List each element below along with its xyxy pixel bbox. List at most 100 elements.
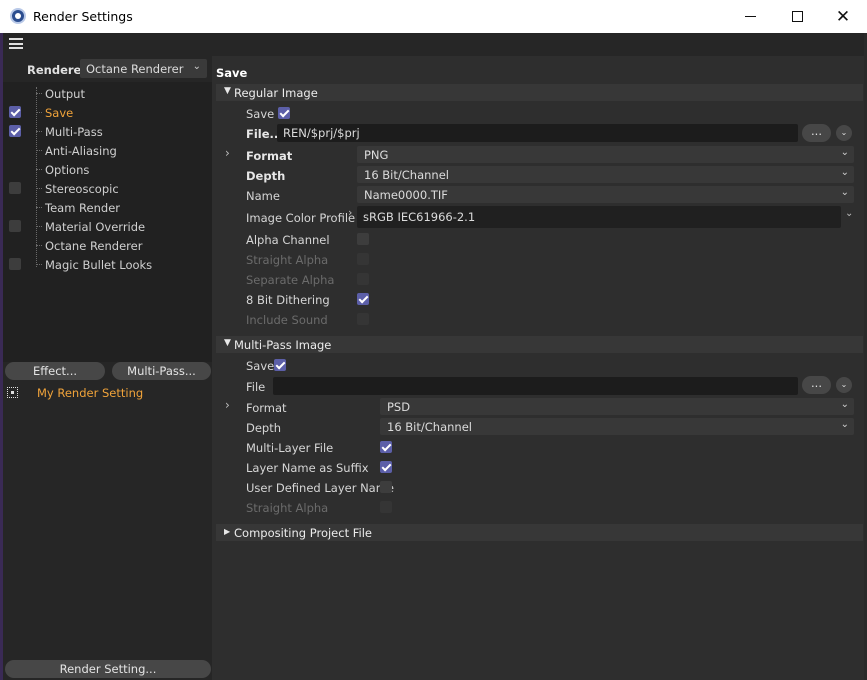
sidebar-checkbox-save[interactable] xyxy=(9,106,21,118)
page-title: Save xyxy=(216,66,248,80)
sidebar-item-multi-pass[interactable]: Multi-Pass xyxy=(3,122,212,141)
sidebar-checkbox-magic-bullet-looks[interactable] xyxy=(9,258,21,270)
format-label: Format xyxy=(246,149,293,163)
sidebar-item-material-override[interactable]: Material Override xyxy=(3,217,212,236)
format-select[interactable]: PNG ⌄ xyxy=(357,146,854,163)
sidebar-checkbox-stereoscopic[interactable] xyxy=(9,182,21,194)
section-regular-image[interactable]: ▼ Regular Image xyxy=(216,84,863,101)
triangle-right-icon: ▶ xyxy=(224,527,231,536)
mp-straight-alpha-label: Straight Alpha xyxy=(246,501,329,515)
mp-format-select-value: PSD xyxy=(387,400,411,414)
section-label: Compositing Project File xyxy=(234,526,372,540)
sidebar-item-team-render[interactable]: Team Render xyxy=(3,198,212,217)
render-setting-button[interactable]: Render Setting... xyxy=(5,660,211,678)
straight-alpha-label: Straight Alpha xyxy=(246,253,329,267)
user-defined-layer-name-checkbox[interactable] xyxy=(380,481,392,493)
render-setting-label: My Render Setting xyxy=(37,386,144,400)
name-select[interactable]: Name0000.TIF ⌄ xyxy=(357,186,854,203)
minimize-icon xyxy=(744,16,756,17)
sidebar-item-octane-renderer[interactable]: Octane Renderer xyxy=(3,236,212,255)
multi-pass-button[interactable]: Multi-Pass... xyxy=(112,362,211,380)
render-setting-item[interactable]: My Render Setting xyxy=(3,384,212,402)
chevron-right-icon[interactable]: › xyxy=(225,146,230,160)
chevron-down-icon: ⌄ xyxy=(840,128,848,137)
mp-depth-select[interactable]: 16 Bit/Channel ⌄ xyxy=(380,418,854,435)
mp-depth-label: Depth xyxy=(246,421,282,435)
layer-name-suffix-checkbox[interactable] xyxy=(380,461,392,473)
effect-button[interactable]: Effect... xyxy=(5,362,105,380)
mp-depth-select-value: 16 Bit/Channel xyxy=(387,420,472,434)
chevron-down-icon: ⌄ xyxy=(840,147,849,158)
chevron-down-icon: ⌄ xyxy=(840,419,849,430)
mp-save-label: Save xyxy=(246,359,275,373)
save-label: Save xyxy=(246,107,275,121)
layer-name-suffix-label: Layer Name as Suffix xyxy=(246,461,369,475)
sidebar-item-label: Options xyxy=(45,163,90,177)
mp-file-path-input[interactable] xyxy=(273,377,798,395)
dithering-checkbox[interactable] xyxy=(357,293,369,305)
sidebar-item-options[interactable]: Options xyxy=(3,160,212,179)
separate-alpha-label: Separate Alpha xyxy=(246,273,335,287)
sidebar-item-magic-bullet-looks[interactable]: Magic Bullet Looks xyxy=(3,255,212,274)
multi-layer-file-label: Multi-Layer File xyxy=(246,441,334,455)
chevron-down-icon[interactable]: ⌄ xyxy=(845,208,853,219)
chevron-down-icon: ⌄ xyxy=(840,380,848,389)
maximize-icon xyxy=(791,11,803,22)
close-button[interactable]: ✕ xyxy=(820,0,866,33)
mp-file-options-button[interactable]: ⌄ xyxy=(836,377,852,393)
mp-straight-alpha-checkbox xyxy=(380,501,392,513)
sidebar-checkbox-multi-pass[interactable] xyxy=(9,125,21,137)
minimize-button[interactable] xyxy=(727,0,773,33)
hamburger-menu-icon[interactable] xyxy=(9,38,23,49)
sidebar-item-save[interactable]: Save xyxy=(3,103,212,122)
alpha-channel-label: Alpha Channel xyxy=(246,233,330,247)
sidebar-item-output[interactable]: Output xyxy=(3,84,212,103)
sidebar-item-anti-aliasing[interactable]: Anti-Aliasing xyxy=(3,141,212,160)
maximize-button[interactable] xyxy=(774,0,820,33)
depth-select[interactable]: 16 Bit/Channel ⌄ xyxy=(357,166,854,183)
sidebar-item-stereoscopic[interactable]: Stereoscopic xyxy=(3,179,212,198)
triangle-down-icon: ▼ xyxy=(224,338,231,348)
sidebar-item-label: Octane Renderer xyxy=(45,239,143,253)
render-setting-icon xyxy=(7,387,18,398)
mp-save-checkbox[interactable] xyxy=(274,359,286,371)
title-bar: Render Settings ✕ xyxy=(0,0,867,33)
chevron-right-icon[interactable]: › xyxy=(348,206,352,219)
name-select-value: Name0000.TIF xyxy=(364,188,448,202)
sidebar-item-label: Team Render xyxy=(45,201,120,215)
depth-label: Depth xyxy=(246,169,286,183)
separate-alpha-checkbox xyxy=(357,273,369,285)
renderer-select[interactable]: Octane Renderer ⌄ xyxy=(80,59,207,78)
triangle-down-icon: ▼ xyxy=(224,86,231,96)
multi-layer-file-checkbox[interactable] xyxy=(380,441,392,453)
file-path-input[interactable]: REN/$prj/$prj xyxy=(277,124,798,142)
dithering-label: 8 Bit Dithering xyxy=(246,293,330,307)
cinema4d-app-icon xyxy=(10,8,26,24)
sidebar-checkbox-material-override[interactable] xyxy=(9,220,21,232)
section-label: Regular Image xyxy=(234,86,318,100)
section-multi-pass-image[interactable]: ▼ Multi-Pass Image xyxy=(216,336,863,353)
straight-alpha-checkbox xyxy=(357,253,369,265)
save-checkbox[interactable] xyxy=(278,107,290,119)
file-options-button[interactable]: ⌄ xyxy=(836,125,852,141)
alpha-channel-checkbox[interactable] xyxy=(357,233,369,245)
user-defined-layer-name-label: User Defined Layer Name xyxy=(246,481,395,495)
chevron-down-icon: ⌄ xyxy=(840,399,849,410)
browse-file-button[interactable]: ... xyxy=(802,124,831,142)
image-color-profile-field[interactable]: sRGB IEC61966-2.1 xyxy=(357,206,841,228)
renderer-row: Renderer Octane Renderer ⌄ xyxy=(3,58,212,80)
depth-select-value: 16 Bit/Channel xyxy=(364,168,449,182)
renderer-label: Renderer xyxy=(27,63,88,77)
window-title: Render Settings xyxy=(33,9,133,24)
renderer-select-value: Octane Renderer xyxy=(86,62,184,76)
chevron-right-icon[interactable]: › xyxy=(225,398,230,412)
include-sound-label: Include Sound xyxy=(246,313,328,327)
chevron-down-icon: ⌄ xyxy=(192,61,201,72)
sidebar-item-label: Multi-Pass xyxy=(45,125,103,139)
chevron-down-icon: ⌄ xyxy=(840,187,849,198)
sidebar-item-label: Magic Bullet Looks xyxy=(45,258,153,272)
mp-browse-file-button[interactable]: ... xyxy=(802,376,831,394)
section-compositing-project-file[interactable]: ▶ Compositing Project File xyxy=(216,524,863,541)
close-icon: ✕ xyxy=(835,6,851,27)
mp-format-select[interactable]: PSD ⌄ xyxy=(380,398,854,415)
